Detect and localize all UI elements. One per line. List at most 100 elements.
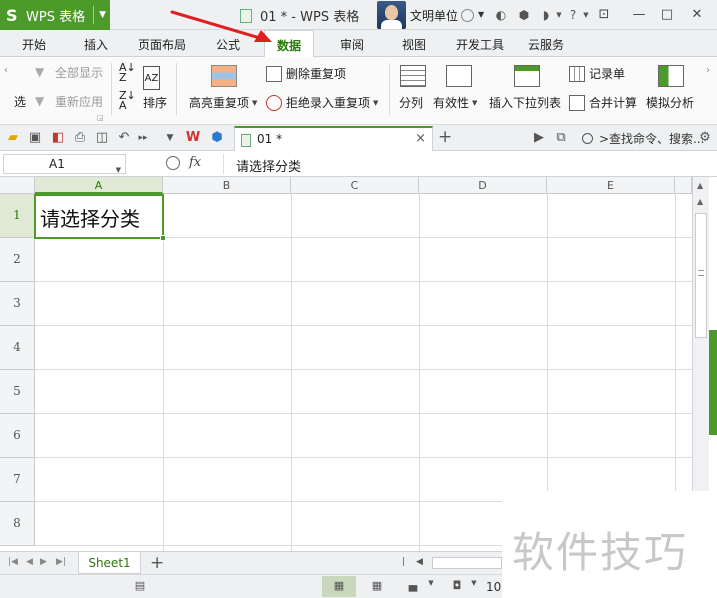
presentation-icon[interactable]: ▶	[531, 130, 547, 146]
skin-icon[interactable]: ◐	[494, 8, 508, 22]
minimize-button[interactable]: —	[628, 6, 650, 24]
reject-duplicates-button[interactable]: 拒绝录入重复项 ▼	[266, 94, 378, 111]
show-all-button[interactable]: ▼ 全部显示	[35, 64, 103, 81]
eye-chevron-icon[interactable]: ▼	[466, 579, 482, 593]
cube-icon[interactable]: ⬢	[517, 8, 531, 22]
tab-data[interactable]: 数据	[264, 30, 315, 58]
customize-chevron-icon[interactable]: ▼	[162, 130, 178, 146]
cloud-cube-icon[interactable]: ⬢	[209, 130, 225, 146]
prev-sheet-icon[interactable]: ◀	[26, 557, 33, 567]
close-tab-icon[interactable]: ×	[415, 131, 426, 146]
wps-home-icon[interactable]: W	[185, 130, 201, 146]
record-sheet-button[interactable]: 记录单	[569, 65, 625, 82]
undo-icon[interactable]: ↶	[116, 130, 132, 146]
validity-icon[interactable]	[446, 65, 472, 87]
tab-developer[interactable]: 开发工具	[456, 36, 504, 53]
simulate-analysis-icon[interactable]	[658, 65, 684, 87]
row-header-2[interactable]: 2	[0, 238, 35, 282]
column-header-d[interactable]: D	[419, 177, 547, 194]
scroll-up-icon[interactable]: ▲	[697, 181, 703, 190]
split-column-icon[interactable]	[400, 65, 426, 87]
first-sheet-icon[interactable]: |◀	[8, 557, 18, 567]
column-header-c[interactable]: C	[291, 177, 419, 194]
formula-input[interactable]: 请选择分类	[236, 156, 301, 175]
zoom-search-icon[interactable]	[166, 156, 180, 170]
horizontal-scrollbar-thumb[interactable]	[432, 557, 502, 569]
page-layout-view-icon[interactable]: ▄	[405, 579, 421, 593]
row-header-4[interactable]: 4	[0, 326, 35, 370]
tab-formula[interactable]: 公式	[216, 36, 240, 53]
scrollbar-thumb[interactable]	[695, 213, 707, 338]
scroll-up-alt-icon[interactable]: ▲	[697, 197, 703, 206]
tab-view[interactable]: 视图	[402, 36, 426, 53]
delete-duplicates-button[interactable]: 删除重复项	[266, 65, 346, 82]
simulate-analysis-button[interactable]: 模拟分析	[646, 94, 694, 111]
eye-protection-icon[interactable]: ◘	[449, 579, 465, 593]
row-header-1[interactable]: 1	[0, 194, 35, 238]
column-header-e[interactable]: E	[547, 177, 675, 194]
scroll-left-icon[interactable]: ◀	[416, 557, 423, 567]
column-header-b[interactable]: B	[163, 177, 291, 194]
insert-dropdown-icon[interactable]	[514, 65, 540, 87]
filter-dialog-launcher-icon[interactable]: ◲	[97, 114, 104, 122]
insert-dropdown-button[interactable]: 插入下拉列表	[489, 94, 561, 111]
tab-insert[interactable]: 插入	[84, 36, 108, 53]
merge-calc-button[interactable]: 合并计算	[569, 94, 637, 111]
highlight-duplicates-button[interactable]: 高亮重复项 ▼	[189, 94, 257, 111]
macro-record-icon[interactable]: ▤	[132, 579, 148, 593]
sort-button[interactable]: 排序	[143, 94, 167, 111]
view-chevron-icon[interactable]: ▼	[423, 579, 439, 593]
add-sheet-button[interactable]: +	[150, 553, 164, 573]
column-header-a[interactable]: A	[35, 177, 163, 194]
ribbon-scroll-right-icon[interactable]: ›	[706, 65, 710, 76]
print-icon[interactable]: ⎙	[72, 130, 88, 146]
user-avatar[interactable]	[377, 1, 406, 29]
share-icon[interactable]: ◗	[539, 8, 553, 22]
sort-ascending-icon[interactable]: A↓ Z	[119, 62, 136, 83]
user-badge-icon[interactable]	[461, 9, 474, 22]
help-chevron-icon[interactable]: ▼	[579, 8, 593, 22]
page-break-view-icon[interactable]: ▦	[369, 579, 385, 593]
document-tab[interactable]: 01 * ×	[234, 126, 433, 151]
select-all-corner[interactable]	[0, 177, 35, 194]
sort-icon[interactable]: AZ	[143, 66, 160, 90]
restore-window-icon[interactable]: ⧉	[553, 130, 569, 146]
close-button[interactable]: ✕	[686, 6, 708, 24]
sheet-tab-sheet1[interactable]: Sheet1	[78, 552, 141, 574]
maximize-button[interactable]: □	[656, 6, 678, 24]
tab-cloud-service[interactable]: 云服务	[528, 36, 564, 53]
tab-splitter[interactable]: |	[402, 557, 405, 567]
app-menu-button[interactable]: S WPS 表格 ▼	[0, 0, 110, 30]
validity-button[interactable]: 有效性 ▼	[433, 94, 477, 111]
reapply-button[interactable]: ▼ 重新应用	[35, 93, 103, 110]
new-tab-button[interactable]: +	[438, 127, 452, 147]
side-panel-toggle[interactable]	[709, 330, 717, 435]
row-header-3[interactable]: 3	[0, 282, 35, 326]
tab-page-layout[interactable]: 页面布局	[138, 36, 186, 53]
next-sheet-icon[interactable]: ▶	[40, 557, 47, 567]
zoom-level[interactable]: 10	[486, 580, 501, 594]
row-header-6[interactable]: 6	[0, 414, 35, 458]
normal-view-button[interactable]: ▦	[322, 576, 356, 597]
sort-descending-icon[interactable]: Z↓ A	[119, 90, 136, 111]
share-chevron-icon[interactable]: ▼	[552, 8, 566, 22]
save-icon[interactable]: ▣	[27, 130, 43, 146]
more-icon[interactable]: ▸▸	[135, 130, 151, 146]
user-name[interactable]: 文明单位	[410, 7, 458, 24]
column-header-f[interactable]	[675, 177, 692, 194]
tab-start[interactable]: 开始	[22, 36, 46, 53]
settings-icon[interactable]: ⚙	[697, 130, 713, 146]
tab-review[interactable]: 审阅	[340, 36, 364, 53]
row-header-5[interactable]: 5	[0, 370, 35, 414]
insert-function-icon[interactable]: fx	[189, 155, 201, 170]
row-header-7[interactable]: 7	[0, 458, 35, 502]
export-pdf-icon[interactable]: ◧	[50, 130, 66, 146]
user-menu-chevron-icon[interactable]: ▼	[478, 10, 484, 19]
filter-button[interactable]: 选	[14, 93, 26, 110]
help-icon[interactable]: ?	[566, 8, 580, 22]
command-search[interactable]: >查找命令、搜索...	[582, 130, 705, 147]
fill-handle[interactable]	[160, 235, 166, 241]
row-header-8[interactable]: 8	[0, 502, 35, 546]
name-box[interactable]: A1 ▼	[3, 154, 126, 174]
restore-panel-icon[interactable]: ⊡	[593, 6, 615, 24]
